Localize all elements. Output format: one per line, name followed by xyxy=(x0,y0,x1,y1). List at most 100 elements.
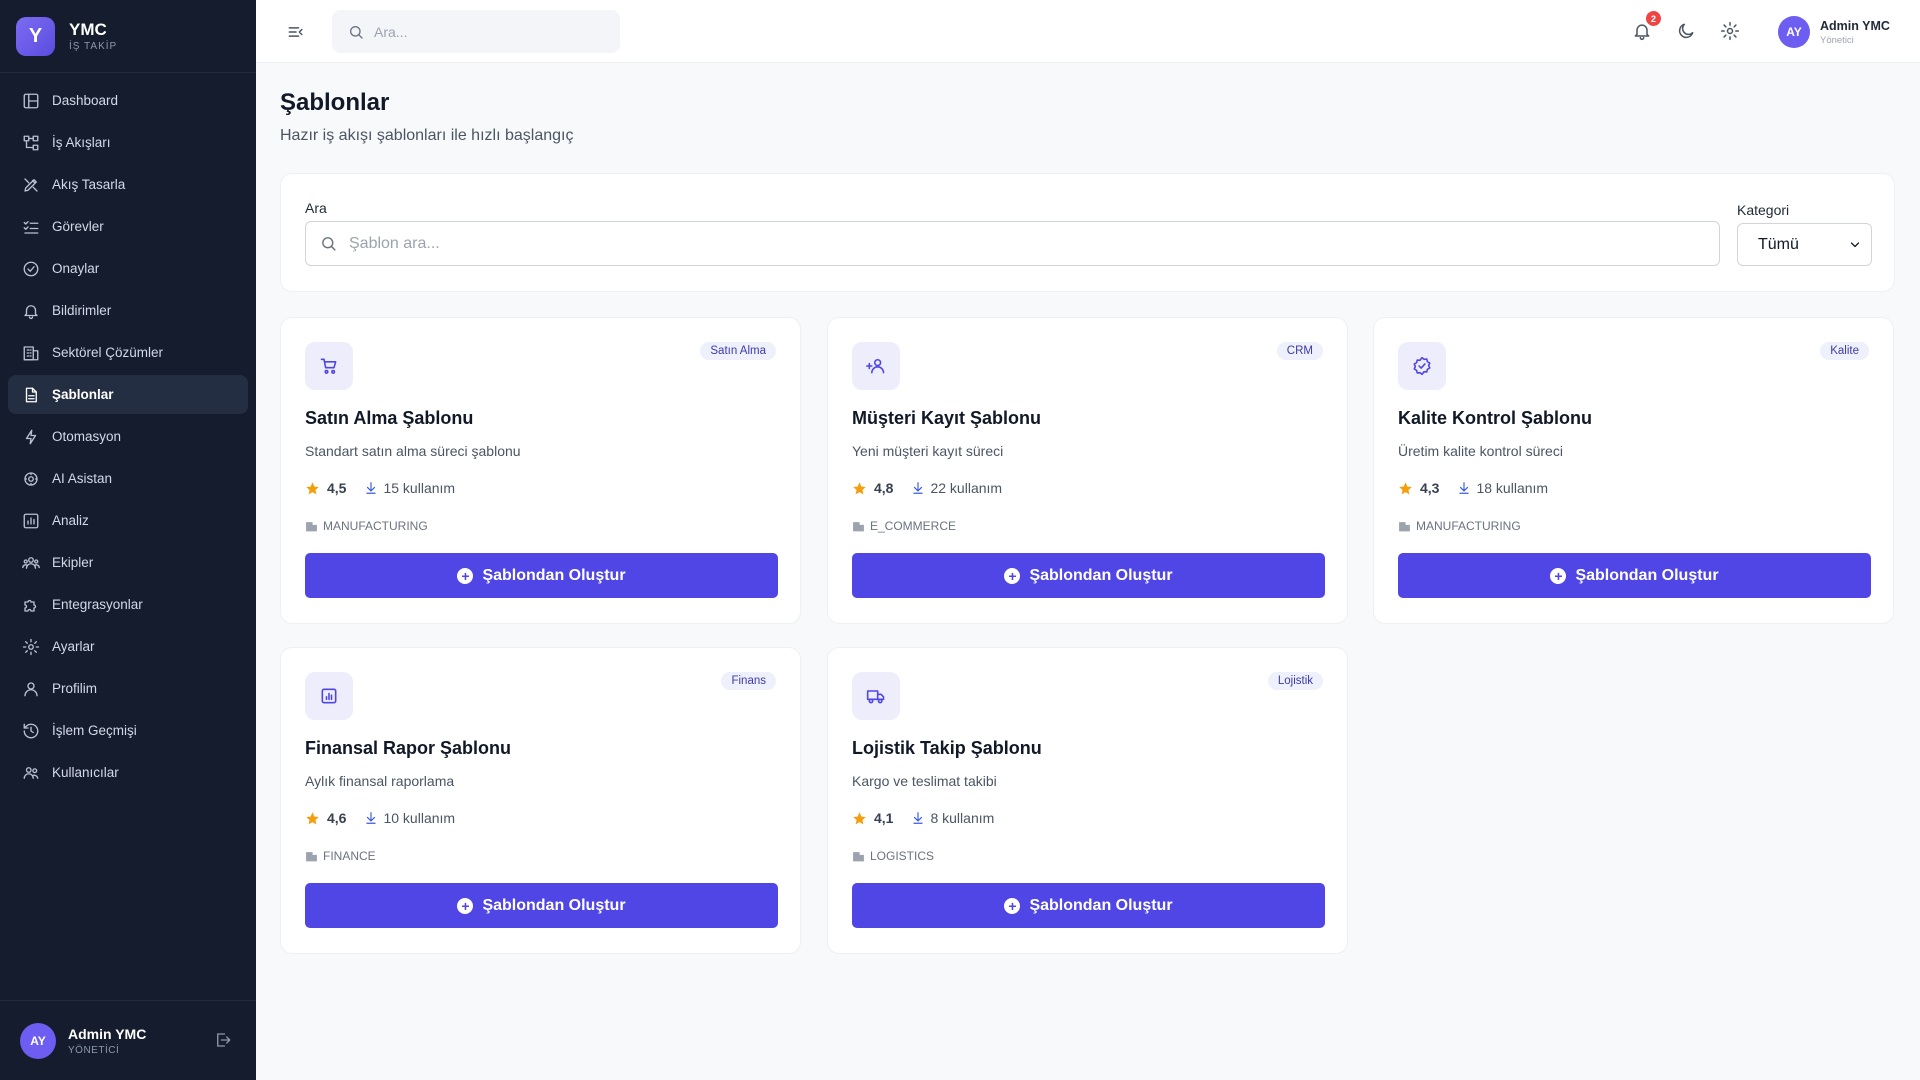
search-label: Ara xyxy=(305,200,327,216)
avatar: AY xyxy=(1778,16,1810,48)
category-badge: Satın Alma xyxy=(700,342,776,360)
user-menu[interactable]: AY Admin YMC Yönetici xyxy=(1778,16,1890,48)
brand[interactable]: Y YMC İŞ TAKİP xyxy=(0,0,256,73)
category-select[interactable]: Tümü xyxy=(1737,223,1872,266)
sidebar-user: AY Admin YMC YÖNETİCİ xyxy=(0,1000,256,1080)
template-rating: 4,3 xyxy=(1420,480,1440,496)
template-description: Standart satın alma süreci şablonu xyxy=(305,443,521,459)
filter-panel: Ara Kategori Tümü xyxy=(280,173,1895,292)
sidebar-item-label: Onaylar xyxy=(52,261,100,276)
sidebar-item-users[interactable]: Kullanıcılar xyxy=(8,753,248,792)
create-from-template-button[interactable]: + Şablondan Oluştur xyxy=(852,553,1325,598)
brand-subtitle: İŞ TAKİP xyxy=(69,40,118,52)
menu-toggle-button[interactable] xyxy=(286,22,306,42)
template-card: Kalite Kalite Kontrol Şablonu Üretim kal… xyxy=(1373,317,1894,624)
sidebar-item-workflows[interactable]: İş Akışları xyxy=(8,123,248,162)
sidebar-item-label: Görevler xyxy=(52,219,104,234)
sector-label: LOGISTICS xyxy=(870,849,935,863)
button-label: Şablondan Oluştur xyxy=(482,896,626,914)
sidebar-item-analytics[interactable]: Analiz xyxy=(8,501,248,540)
download-icon xyxy=(366,482,377,494)
sidebar-item-integrations[interactable]: Entegrasyonlar xyxy=(8,585,248,624)
category-badge: CRM xyxy=(1276,342,1323,360)
sidebar-item-dashboard[interactable]: Dashboard xyxy=(8,81,248,120)
sidebar-item-label: Profilim xyxy=(52,681,98,696)
template-search[interactable] xyxy=(305,221,1720,266)
bolt-icon xyxy=(25,429,37,444)
template-usage: 18 kullanım xyxy=(1476,480,1549,496)
tasks-icon xyxy=(23,220,39,234)
template-sector: FINANCE xyxy=(305,849,376,863)
create-from-template-button[interactable]: + Şablondan Oluştur xyxy=(305,553,778,598)
puzzle-icon xyxy=(24,599,37,612)
sidebar-item-settings[interactable]: Ayarlar xyxy=(8,627,248,666)
notifications-button[interactable]: 2 xyxy=(1632,11,1661,41)
template-search-input[interactable] xyxy=(349,234,1649,253)
sidebar-item-notifications[interactable]: Bildirimler xyxy=(8,291,248,330)
sector-label: MANUFACTURING xyxy=(1416,519,1521,533)
menu-collapse-icon xyxy=(288,27,303,37)
plus-circle-icon: + xyxy=(457,567,474,584)
gear-icon xyxy=(1720,21,1740,41)
global-search[interactable] xyxy=(332,10,620,53)
sidebar-item-profile[interactable]: Profilim xyxy=(8,669,248,708)
sidebar-user-role: YÖNETİCİ xyxy=(68,1044,120,1056)
star-icon xyxy=(306,811,319,824)
template-icon-box xyxy=(305,672,353,720)
sidebar-item-templates[interactable]: Şablonlar xyxy=(8,375,248,414)
template-stats: 4,6 10 kullanım xyxy=(305,810,455,826)
plus-circle-icon: + xyxy=(457,897,474,914)
sidebar-item-ai-assistant[interactable]: AI Asistan xyxy=(8,459,248,498)
template-usage: 8 kullanım xyxy=(930,810,995,826)
sector-label: FINANCE xyxy=(323,849,376,863)
template-title: Satın Alma Şablonu xyxy=(305,408,474,428)
button-label: Şablondan Oluştur xyxy=(1029,896,1173,914)
button-label: Şablondan Oluştur xyxy=(1029,566,1173,584)
template-title: Müşteri Kayıt Şablonu xyxy=(852,408,1042,428)
plus-circle-icon: + xyxy=(1550,567,1567,584)
global-search-input[interactable] xyxy=(374,23,604,40)
sidebar-item-automation[interactable]: Otomasyon xyxy=(8,417,248,456)
sidebar-item-approvals[interactable]: Onaylar xyxy=(8,249,248,288)
sidebar-item-label: Ekipler xyxy=(52,555,94,570)
template-rating: 4,6 xyxy=(327,810,347,826)
search-icon xyxy=(322,237,336,251)
sidebar-item-history[interactable]: İşlem Geçmişi xyxy=(8,711,248,750)
theme-toggle-button[interactable] xyxy=(1676,21,1696,41)
sidebar-item-teams[interactable]: Ekipler xyxy=(8,543,248,582)
logout-button[interactable] xyxy=(214,1031,232,1049)
ai-icon xyxy=(24,471,38,486)
template-icon-box xyxy=(852,342,900,390)
sidebar-item-label: Dashboard xyxy=(52,93,119,108)
sidebar-item-label: Akış Tasarla xyxy=(52,177,126,192)
building-icon xyxy=(23,345,39,360)
template-description: Kargo ve teslimat takibi xyxy=(852,773,997,789)
chart-icon xyxy=(23,513,39,528)
building-icon xyxy=(853,521,864,531)
template-title: Finansal Rapor Şablonu xyxy=(305,738,512,758)
sidebar-item-label: Sektörel Çözümler xyxy=(52,345,164,360)
template-description: Yeni müşteri kayıt süreci xyxy=(852,443,1004,459)
template-usage: 15 kullanım xyxy=(383,480,456,496)
page-subtitle: Hazır iş akışı şablonları ile hızlı başl… xyxy=(280,127,574,144)
sidebar-item-sector-solutions[interactable]: Sektörel Çözümler xyxy=(8,333,248,372)
sidebar-item-label: Kullanıcılar xyxy=(52,765,119,780)
create-from-template-button[interactable]: + Şablondan Oluştur xyxy=(852,883,1325,928)
settings-button[interactable] xyxy=(1720,21,1740,41)
main-content: Şablonlar Hazır iş akışı şablonları ile … xyxy=(256,63,1920,1080)
avatar[interactable]: AY xyxy=(20,1022,56,1059)
template-usage: 10 kullanım xyxy=(383,810,456,826)
download-icon xyxy=(913,482,924,494)
sidebar-item-flow-design[interactable]: Akış Tasarla xyxy=(8,165,248,204)
approval-icon xyxy=(23,261,39,276)
sidebar-item-tasks[interactable]: Görevler xyxy=(8,207,248,246)
create-from-template-button[interactable]: + Şablondan Oluştur xyxy=(305,883,778,928)
create-from-template-button[interactable]: + Şablondan Oluştur xyxy=(1398,553,1871,598)
button-label: Şablondan Oluştur xyxy=(482,566,626,584)
template-card: Finans Finansal Rapor Şablonu Aylık fina… xyxy=(280,647,801,954)
template-sector: LOGISTICS xyxy=(852,849,934,863)
brand-logo: Y xyxy=(16,16,55,56)
sidebar-item-label: AI Asistan xyxy=(52,471,113,486)
download-icon xyxy=(913,812,924,824)
button-label: Şablondan Oluştur xyxy=(1575,566,1719,584)
